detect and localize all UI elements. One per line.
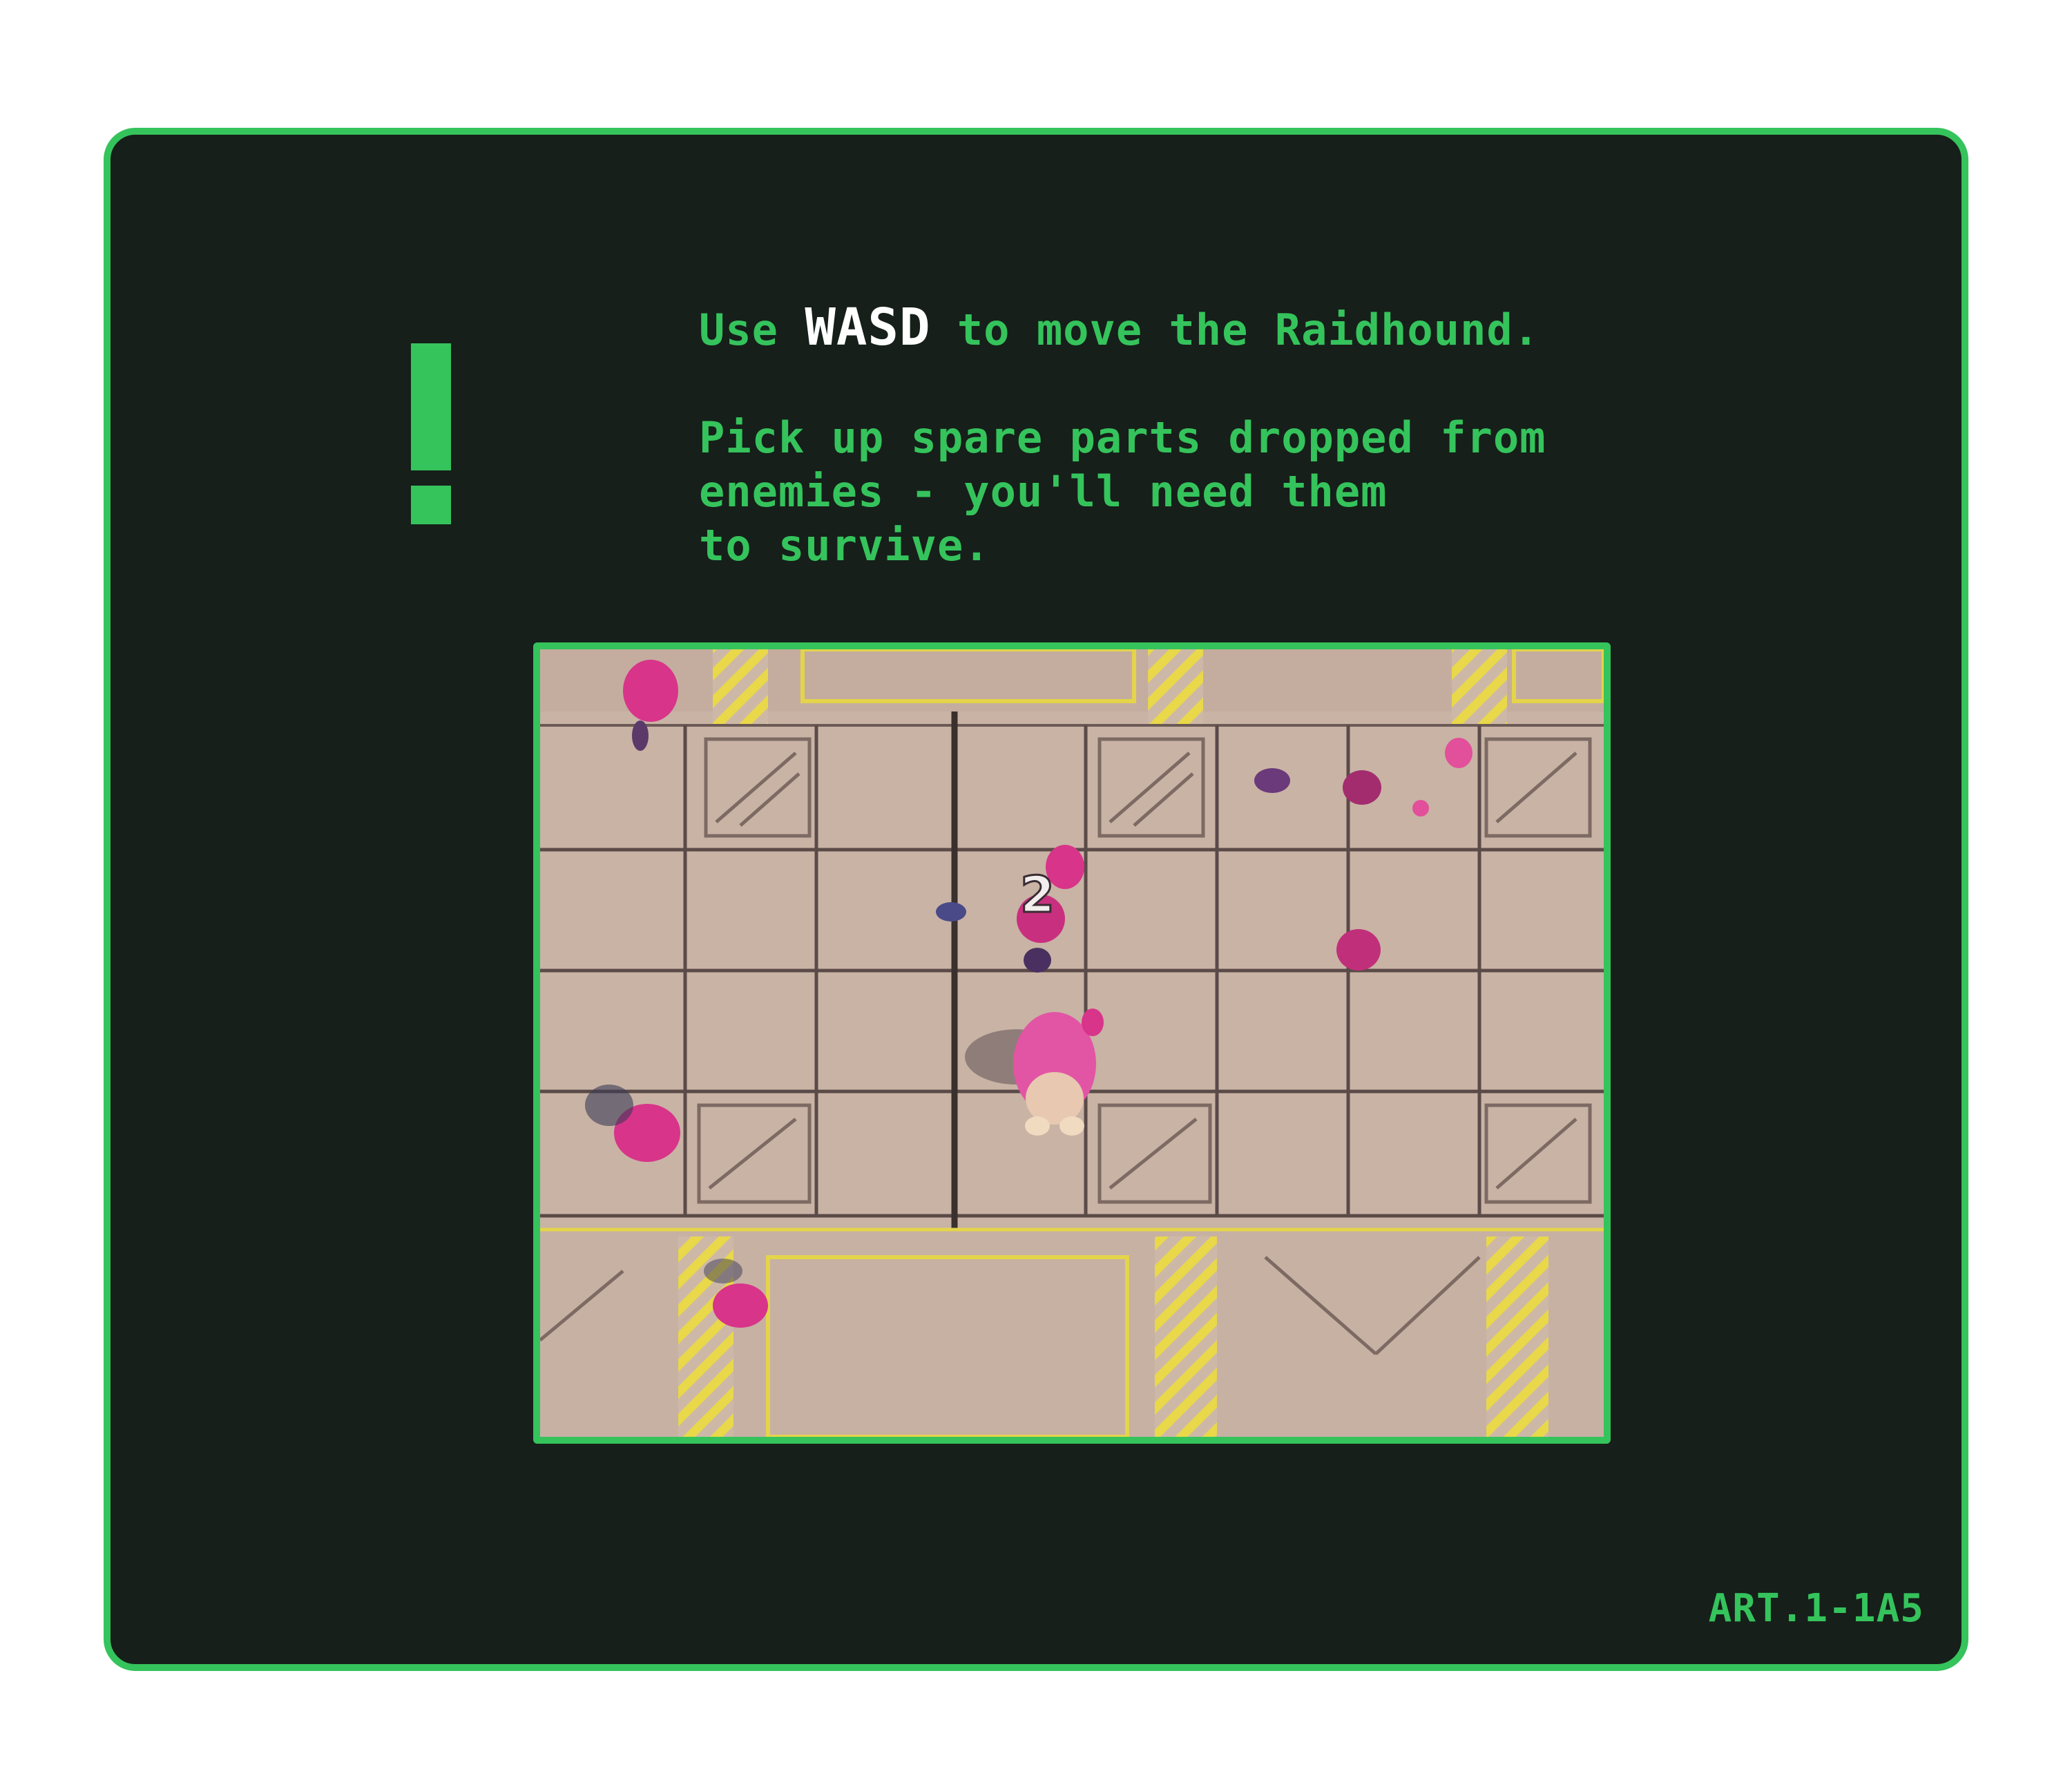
bottom-platform-row: [540, 1228, 1604, 1437]
tutorial-panel: Use WASD to move the Raidhound. Pick up …: [104, 128, 1968, 1671]
reference-code: ART.1-1A5: [1708, 1586, 1924, 1631]
wasd-key-label: WASD: [805, 298, 931, 357]
instruction-parts-line2: enemies - you'll need them: [699, 466, 1388, 517]
instruction-parts-line3: to survive.: [699, 520, 990, 571]
combo-counter: 2: [1020, 866, 1055, 924]
exclamation-icon: [411, 343, 451, 524]
instruction-parts-line1: Pick up spare parts dropped from: [699, 412, 1546, 463]
instructions-text: Use WASD to move the Raidhound. Pick up …: [699, 300, 1735, 573]
gameplay-preview: 2: [533, 642, 1611, 1444]
instruction-move-suffix: to move the Raidhound.: [957, 305, 1540, 355]
instruction-move: Use WASD to move the Raidhound.: [699, 300, 1735, 357]
instruction-move-prefix: Use: [699, 305, 778, 355]
